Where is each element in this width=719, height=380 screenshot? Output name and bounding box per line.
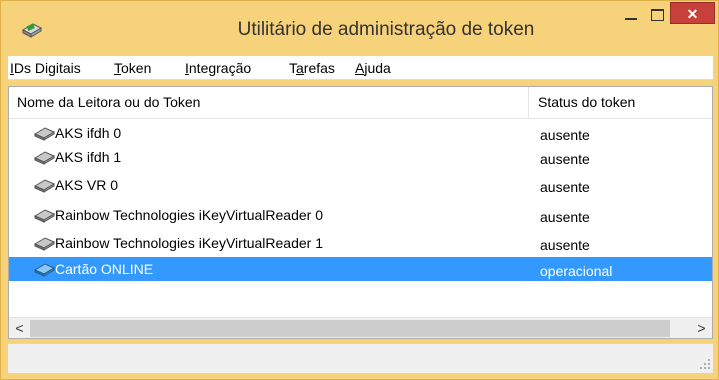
row-status: ausente [540, 209, 590, 225]
scrollbar-thumb[interactable] [30, 320, 670, 337]
row-name: Rainbow Technologies iKeyVirtualReader 1 [55, 235, 323, 251]
title-bar[interactable]: Utilitário de administração de token ✕ [1, 1, 718, 56]
column-header-status[interactable]: Status do token [530, 87, 712, 118]
row-name: AKS ifdh 0 [55, 125, 122, 141]
close-button[interactable]: ✕ [670, 2, 715, 24]
card-reader-gray-icon [34, 209, 56, 223]
card-reader-gray-icon [34, 151, 56, 165]
list-row[interactable]: AKS ifdh 0 ausente [9, 121, 712, 145]
status-bar [8, 343, 713, 373]
column-header-name[interactable]: Nome da Leitora ou do Token [9, 87, 529, 118]
row-status: ausente [540, 179, 590, 195]
card-reader-gray-icon [34, 237, 56, 251]
list-row-selected[interactable]: Cartão ONLINE operacional [9, 257, 712, 281]
minimize-button[interactable] [618, 5, 644, 25]
menu-integracao[interactable]: Integração [185, 60, 251, 76]
row-status: operacional [540, 263, 613, 279]
token-list[interactable]: Nome da Leitora ou do Token Status do to… [8, 86, 713, 339]
row-status: ausente [540, 237, 590, 253]
resize-grip-icon[interactable] [699, 358, 711, 370]
menu-ids-digitais[interactable]: IDs Digitais [10, 60, 81, 76]
menu-tarefas[interactable]: Tarefas [289, 60, 335, 76]
row-name: Cartão ONLINE [55, 261, 154, 277]
scroll-left-icon[interactable]: < [9, 318, 30, 338]
card-reader-gray-icon [34, 179, 56, 193]
scroll-right-icon[interactable]: > [691, 318, 712, 338]
window-title: Utilitário de administração de token [237, 19, 535, 40]
menu-ajuda[interactable]: Ajuda [355, 60, 391, 76]
row-name: AKS ifdh 1 [55, 149, 122, 165]
row-status: ausente [540, 151, 590, 167]
close-icon: ✕ [686, 6, 699, 22]
list-row[interactable]: Rainbow Technologies iKeyVirtualReader 1… [9, 231, 712, 255]
horizontal-scrollbar[interactable]: < > [9, 317, 712, 338]
menu-bar: IDs Digitais Token Integração Tarefas Aj… [8, 56, 713, 80]
card-reader-gray-icon [34, 127, 56, 141]
menu-token[interactable]: Token [114, 60, 151, 76]
row-name: AKS VR 0 [55, 177, 119, 193]
list-row[interactable]: Rainbow Technologies iKeyVirtualReader 0… [9, 203, 712, 227]
list-row[interactable]: AKS VR 0 ausente [9, 173, 712, 197]
list-row[interactable]: AKS ifdh 1 ausente [9, 145, 712, 169]
list-header: Nome da Leitora ou do Token Status do to… [9, 87, 712, 119]
card-reader-blue-icon [34, 263, 56, 277]
row-status: ausente [540, 127, 590, 143]
app-window: Utilitário de administração de token ✕ I… [0, 0, 719, 380]
maximize-button[interactable] [644, 5, 670, 25]
row-name: Rainbow Technologies iKeyVirtualReader 0 [55, 207, 323, 223]
